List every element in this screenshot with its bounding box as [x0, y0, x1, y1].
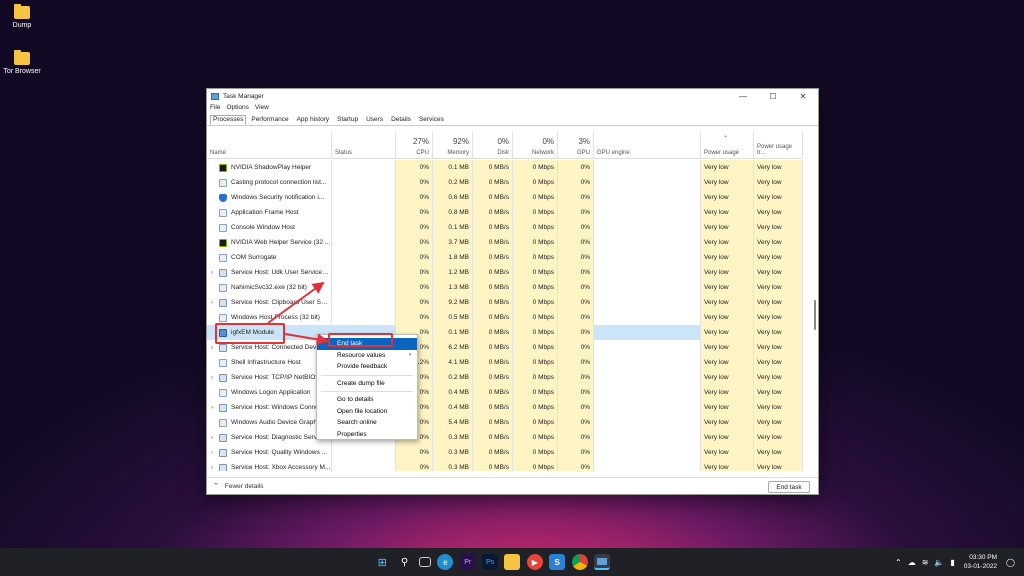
- task-view-icon[interactable]: [418, 557, 431, 567]
- battery-icon[interactable]: ▮: [950, 558, 954, 567]
- annotation-arrow-svg: [267, 281, 329, 346]
- task-manager-icon[interactable]: [593, 554, 610, 570]
- cloud-icon[interactable]: ☁: [908, 558, 916, 567]
- system-tray: ⌃ ☁ ≋ 🔈 ▮ 03:30 PM 03-01-2022 ◯: [892, 553, 1018, 571]
- media-player-icon[interactable]: ▶: [526, 554, 543, 570]
- photoshop-icon[interactable]: Ps: [482, 554, 499, 570]
- chrome-icon[interactable]: [571, 554, 588, 570]
- annotation-arrow-up: [267, 281, 325, 324]
- search-icon[interactable]: ⚲: [397, 554, 413, 570]
- file-explorer-icon[interactable]: [504, 554, 521, 570]
- notification-icon[interactable]: ◯: [1006, 558, 1015, 567]
- s-app-icon[interactable]: S: [549, 554, 566, 570]
- volume-icon[interactable]: 🔈: [934, 558, 944, 567]
- premiere-icon[interactable]: Pr: [459, 554, 476, 570]
- annotation-arrow-right: [284, 333, 329, 346]
- clock-time: 03:30 PM: [969, 554, 998, 561]
- taskbar-pinned-apps: ⊞ ⚲ e Pr Ps ▶ S: [371, 554, 613, 570]
- clock[interactable]: 03:30 PM 03-01-2022: [964, 553, 997, 571]
- edge-icon[interactable]: e: [437, 554, 454, 570]
- chevron-up-icon[interactable]: ⌃: [895, 558, 902, 567]
- taskbar: ⊞ ⚲ e Pr Ps ▶ S ⌃ ☁ ≋ 🔈 ▮ 03:30 PM 03-01…: [0, 548, 1024, 576]
- wifi-icon[interactable]: ≋: [922, 558, 929, 567]
- clock-date: 03-01-2022: [963, 563, 998, 570]
- windows-start-icon[interactable]: ⊞: [374, 554, 390, 570]
